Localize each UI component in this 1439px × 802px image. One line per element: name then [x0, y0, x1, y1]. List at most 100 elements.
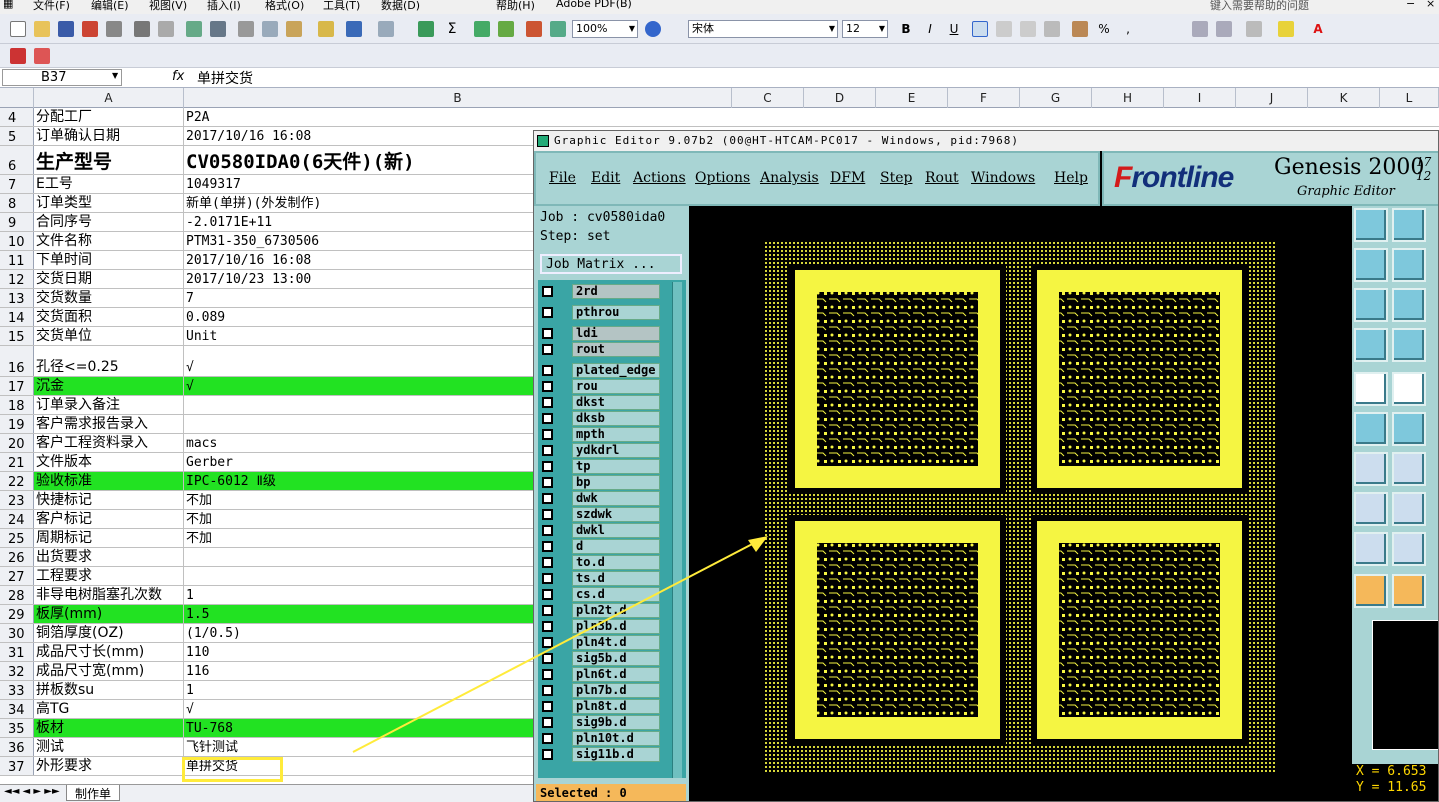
layer-name[interactable]: rout [572, 342, 660, 357]
layer-name[interactable]: dksb [572, 411, 660, 426]
drawing-icon[interactable] [550, 21, 566, 37]
layer-row[interactable]: pln3b.d [538, 619, 668, 634]
increase-indent-icon[interactable] [1216, 21, 1232, 37]
row-number[interactable]: 5 [0, 127, 34, 145]
cell-a[interactable]: 外形要求 [34, 757, 184, 775]
layer-name[interactable]: mpth [572, 427, 660, 442]
layer-checkbox[interactable] [542, 429, 553, 440]
font-name-select[interactable]: 宋体 ▼ [688, 20, 838, 38]
layer-checkbox[interactable] [542, 413, 553, 424]
row-number[interactable]: 35 [0, 719, 34, 737]
row-number[interactable]: 9 [0, 213, 34, 231]
row-number[interactable]: 23 [0, 491, 34, 509]
layer-checkbox[interactable] [542, 701, 553, 712]
layer-name[interactable]: ts.d [572, 571, 660, 586]
layer-name[interactable]: ydkdrl [572, 443, 660, 458]
formula-input[interactable]: 单拼交货 [197, 68, 253, 88]
cell-a[interactable]: 成品尺寸长(mm) [34, 643, 184, 661]
layer-name[interactable]: sig5b.d [572, 651, 660, 666]
redo-icon[interactable] [378, 21, 394, 37]
layer-checkbox[interactable] [542, 637, 553, 648]
layer-row[interactable]: to.d [538, 555, 668, 570]
layer-row[interactable]: pthrou [538, 305, 668, 320]
layer-checkbox[interactable] [542, 509, 553, 520]
sort-descending-icon[interactable] [498, 21, 514, 37]
chevron-down-icon[interactable]: ▼ [112, 71, 118, 80]
menu-dfm[interactable]: DFM [830, 170, 865, 186]
cell-a[interactable]: 文件名称 [34, 232, 184, 250]
chart-wizard-icon[interactable] [526, 21, 542, 37]
cell-a[interactable]: 交货数量 [34, 289, 184, 307]
layer-checkbox[interactable] [542, 525, 553, 536]
layer-name[interactable]: sig11b.d [572, 747, 660, 762]
row-number[interactable]: 13 [0, 289, 34, 307]
cell-a[interactable]: 测试 [34, 738, 184, 756]
zoom-center-icon[interactable] [1392, 288, 1426, 322]
cell-a[interactable]: 生产型号 [34, 146, 184, 174]
row-number[interactable]: 24 [0, 510, 34, 528]
layer-row[interactable]: dwk [538, 491, 668, 506]
layer-checkbox[interactable] [542, 328, 553, 339]
measure-icon[interactable] [1354, 328, 1388, 362]
minimize-icon[interactable]: − [1406, 0, 1415, 10]
column-header-e[interactable]: E [876, 88, 948, 108]
zoom-fit-icon[interactable] [1354, 288, 1388, 322]
cell-a[interactable]: E工号 [34, 175, 184, 193]
cell-b[interactable]: P2A [184, 108, 734, 126]
row-number[interactable]: 31 [0, 643, 34, 661]
layer-row[interactable]: ydkdrl [538, 443, 668, 458]
overview-minimap[interactable] [1372, 620, 1438, 750]
cell-a[interactable]: 交货日期 [34, 270, 184, 288]
email-icon[interactable] [106, 21, 122, 37]
layer-row[interactable]: tp [538, 459, 668, 474]
layer-checkbox[interactable] [542, 621, 553, 632]
layer-name[interactable]: pthrou [572, 305, 660, 320]
print-icon[interactable] [134, 21, 150, 37]
layer-checkbox[interactable] [542, 685, 553, 696]
percent-icon[interactable]: % [1096, 21, 1112, 37]
layer-row[interactable]: mpth [538, 427, 668, 442]
cell-a[interactable]: 板材 [34, 719, 184, 737]
convert-to-pdf-icon[interactable] [10, 48, 26, 64]
layer-row[interactable]: d [538, 539, 668, 554]
menu-view[interactable]: 视图(V) [149, 0, 187, 13]
column-header-l[interactable]: L [1380, 88, 1439, 108]
menu-file[interactable]: File [549, 170, 576, 186]
cell-a[interactable]: 分配工厂 [34, 108, 184, 126]
row-number[interactable]: 30 [0, 624, 34, 642]
cell-a[interactable]: 订单录入备注 [34, 396, 184, 414]
menu-edit[interactable]: 编辑(E) [91, 0, 129, 13]
cell-a[interactable]: 孔径<=0.25 [34, 346, 184, 376]
sheet-tab-active[interactable]: 制作单 [66, 785, 121, 801]
column-header-i[interactable]: I [1164, 88, 1236, 108]
menu-data[interactable]: 数据(D) [381, 0, 420, 13]
align-right-icon[interactable] [1020, 21, 1036, 37]
column-header-g[interactable]: G [1020, 88, 1092, 108]
align-center-icon[interactable] [996, 21, 1012, 37]
cell-a[interactable]: 文件版本 [34, 453, 184, 471]
row-number[interactable]: 19 [0, 415, 34, 433]
new-icon[interactable] [10, 21, 26, 37]
layer-row[interactable]: cs.d [538, 587, 668, 602]
pdf-email-icon[interactable] [34, 48, 50, 64]
menu-rout[interactable]: Rout [925, 170, 959, 186]
layer-name[interactable]: pln6t.d [572, 667, 660, 682]
connect-icon[interactable] [1354, 412, 1388, 446]
menu-insert[interactable]: 插入(I) [207, 0, 241, 13]
layer-row[interactable]: szdwk [538, 507, 668, 522]
italic-icon[interactable]: I [922, 21, 938, 37]
row-number[interactable]: 12 [0, 270, 34, 288]
row-number[interactable]: 16 [0, 346, 34, 376]
cell-a[interactable]: 客户工程资料录入 [34, 434, 184, 452]
cut-icon[interactable] [238, 21, 254, 37]
row-number[interactable]: 4 [0, 108, 34, 126]
layer-name[interactable]: pln10t.d [572, 731, 660, 746]
layer-row[interactable]: dwkl [538, 523, 668, 538]
cell-a[interactable]: 快捷标记 [34, 491, 184, 509]
layer-row[interactable]: pln6t.d [538, 667, 668, 682]
layer-checkbox[interactable] [542, 589, 553, 600]
layer-name[interactable]: bp [572, 475, 660, 490]
layer-name[interactable]: dkst [572, 395, 660, 410]
column-header-c[interactable]: C [732, 88, 804, 108]
cell-a[interactable]: 订单确认日期 [34, 127, 184, 145]
